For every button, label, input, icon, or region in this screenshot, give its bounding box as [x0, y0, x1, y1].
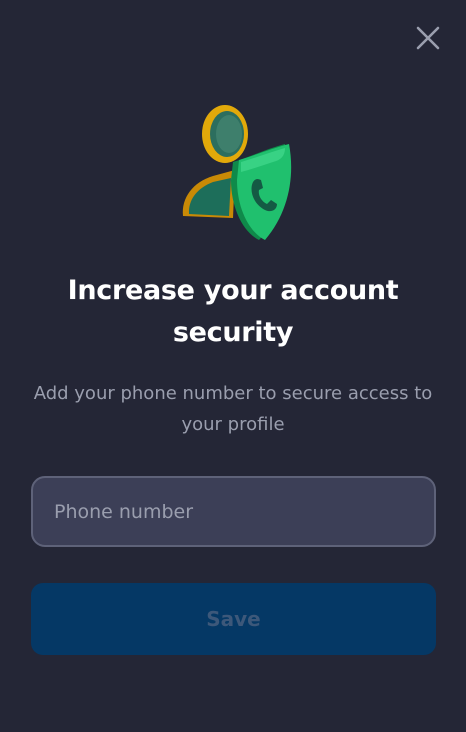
security-dialog: Increase your account security Add your …	[0, 0, 466, 732]
phone-number-input[interactable]	[31, 476, 436, 547]
user-shield-phone-icon	[173, 100, 295, 250]
dialog-title: Increase your account security	[67, 275, 399, 348]
save-button[interactable]: Save	[31, 583, 436, 655]
close-button[interactable]	[412, 22, 444, 54]
dialog-subtitle: Add your phone number to secure access t…	[33, 383, 433, 435]
close-icon	[416, 26, 440, 50]
